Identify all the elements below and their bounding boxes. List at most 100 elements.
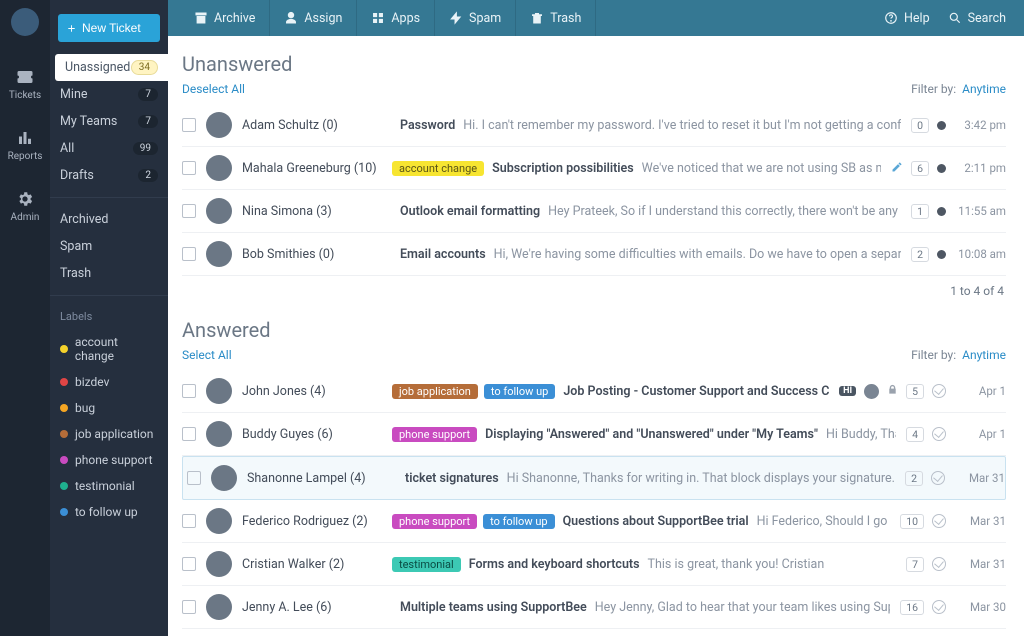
- status-dot: [937, 207, 946, 216]
- ticket-checkbox[interactable]: [182, 384, 196, 398]
- ticket-body: account change Subscription possibilitie…: [392, 161, 881, 176]
- folder-label: Mine: [60, 87, 87, 102]
- ticket-body: phone support Displaying "Answered" and …: [392, 427, 896, 442]
- nav-tickets[interactable]: Tickets: [9, 68, 41, 101]
- ticket-time: 3:42 pm: [954, 118, 1006, 132]
- gear-icon: [16, 190, 34, 208]
- label-name: bizdev: [75, 375, 109, 389]
- ticket-checkbox[interactable]: [182, 247, 196, 261]
- select-all-link[interactable]: Select All: [182, 348, 232, 362]
- ticket-body: Email accounts Hi, We're having some dif…: [392, 247, 901, 262]
- apps-button[interactable]: Apps: [357, 0, 435, 36]
- ticket-meta: 7Mar 31: [906, 557, 1006, 572]
- ticket-tag: to follow up: [483, 514, 554, 529]
- sidebar-folder-my-teams[interactable]: My Teams 7: [50, 108, 168, 135]
- sidebar-divider: [50, 295, 168, 296]
- ticket-row[interactable]: Buddy Guyes (6) phone support Displaying…: [182, 413, 1006, 456]
- sidebar-label-testimonial[interactable]: testimonial: [50, 473, 168, 499]
- ticket-time: Mar 31: [954, 557, 1006, 571]
- unanswered-paging: 1 to 4 of 4: [182, 276, 1006, 316]
- ticket-row[interactable]: Nina Simona (3) Outlook email formatting…: [182, 190, 1006, 233]
- ticket-row[interactable]: John Jones (4) job applicationto follow …: [182, 370, 1006, 413]
- sender-name: Jenny A. Lee (6): [242, 600, 382, 615]
- content: Unanswered Deselect All Filter by:Anytim…: [168, 36, 1024, 636]
- nav-reports[interactable]: Reports: [8, 129, 43, 162]
- sidebar-folder-trash[interactable]: Trash: [50, 260, 168, 287]
- sidebar-label-bizdev[interactable]: bizdev: [50, 369, 168, 395]
- ticket-tag: to follow up: [484, 384, 555, 399]
- sender-name: John Jones (4): [242, 384, 382, 399]
- labels-header: Labels: [50, 304, 168, 329]
- ticket-row[interactable]: Shanonne Lampel (4) ticket signatures Hi…: [182, 456, 1006, 500]
- sidebar-folder-mine[interactable]: Mine7: [50, 81, 168, 108]
- ticket-time: Mar 30: [954, 600, 1006, 614]
- ticket-checkbox[interactable]: [182, 514, 196, 528]
- new-ticket-button[interactable]: New Ticket: [58, 14, 160, 42]
- check-icon: [932, 427, 946, 441]
- ticket-row[interactable]: Bob Smithies (0) Email accounts Hi, We'r…: [182, 233, 1006, 276]
- label-name: account change: [75, 335, 158, 363]
- ticket-checkbox[interactable]: [182, 557, 196, 571]
- help-button[interactable]: Help: [884, 11, 930, 26]
- folder-label: Trash: [60, 266, 91, 281]
- folder-label: My Teams: [60, 114, 117, 129]
- ticket-checkbox[interactable]: [187, 471, 201, 485]
- ticket-body: testimonial Forms and keyboard shortcuts…: [392, 557, 896, 572]
- ticket-checkbox[interactable]: [182, 161, 196, 175]
- ticket-row[interactable]: Sheryl Dahlstrand (2) Delay in agent lis…: [182, 629, 1006, 636]
- sidebar-label-bug[interactable]: bug: [50, 395, 168, 421]
- sidebar-label-phone-support[interactable]: phone support: [50, 447, 168, 473]
- sender-avatar: [206, 551, 232, 577]
- sidebar-folder-all[interactable]: All99: [50, 135, 168, 162]
- trash-button[interactable]: Trash: [516, 0, 596, 36]
- search-button[interactable]: Search: [948, 11, 1006, 26]
- reports-icon: [16, 129, 34, 147]
- ticket-checkbox[interactable]: [182, 600, 196, 614]
- check-icon: [932, 514, 946, 528]
- folder-count: 7: [138, 115, 158, 128]
- sender-name: Buddy Guyes (6): [242, 427, 382, 442]
- ticket-checkbox[interactable]: [182, 427, 196, 441]
- sidebar-folder-drafts[interactable]: Drafts2: [50, 162, 168, 189]
- ticket-subject: ticket signatures: [405, 471, 499, 486]
- ticket-row[interactable]: Jenny A. Lee (6) Multiple teams using Su…: [182, 586, 1006, 629]
- label-name: phone support: [75, 453, 153, 467]
- ticket-preview: Hi, We're having some difficulties with …: [494, 247, 901, 262]
- user-avatar[interactable]: [11, 8, 39, 36]
- filter-anytime[interactable]: Anytime: [962, 82, 1006, 96]
- ticket-checkbox[interactable]: [182, 204, 196, 218]
- sidebar-label-to-follow-up[interactable]: to follow up: [50, 499, 168, 525]
- ticket-body: Multiple teams using SupportBee Hey Jenn…: [392, 600, 890, 615]
- assign-button[interactable]: Assign: [270, 0, 357, 36]
- ticket-row[interactable]: Federico Rodriguez (2) phone supportto f…: [182, 500, 1006, 543]
- apps-icon: [371, 11, 385, 25]
- help-icon: [884, 11, 898, 25]
- filter-anytime[interactable]: Anytime: [962, 348, 1006, 362]
- sidebar-label-account-change[interactable]: account change: [50, 329, 168, 369]
- ticket-meta: 62:11 pm: [891, 161, 1006, 176]
- sidebar-divider: [50, 197, 168, 198]
- ticket-checkbox[interactable]: [182, 118, 196, 132]
- reply-count: 10: [900, 514, 924, 529]
- ticket-row[interactable]: Cristian Walker (2) testimonial Forms an…: [182, 543, 1006, 586]
- archive-button[interactable]: Archive: [180, 0, 270, 36]
- sidebar-folder-unassigned[interactable]: Unassigned34: [55, 54, 168, 81]
- sender-avatar: [206, 378, 232, 404]
- check-icon: [932, 600, 946, 614]
- sidebar-folder-spam[interactable]: Spam: [50, 233, 168, 260]
- folder-label: Drafts: [60, 168, 94, 183]
- sender-name: Cristian Walker (2): [242, 557, 382, 572]
- ticket-time: Mar 31: [953, 471, 1005, 485]
- ticket-tag: testimonial: [392, 557, 461, 572]
- sidebar-folder-archived[interactable]: Archived: [50, 206, 168, 233]
- nav-admin[interactable]: Admin: [11, 190, 40, 223]
- label-name: bug: [75, 401, 95, 415]
- ticket-row[interactable]: Adam Schultz (0) Password Hi. I can't re…: [182, 104, 1006, 147]
- spam-button[interactable]: Spam: [435, 0, 516, 36]
- sidebar-label-job-application[interactable]: job application: [50, 421, 168, 447]
- edit-icon: [891, 161, 903, 176]
- ticket-tag: phone support: [392, 514, 477, 529]
- ticket-row[interactable]: Mahala Greeneburg (10) account change Su…: [182, 147, 1006, 190]
- check-icon: [932, 384, 946, 398]
- deselect-all-link[interactable]: Deselect All: [182, 82, 245, 96]
